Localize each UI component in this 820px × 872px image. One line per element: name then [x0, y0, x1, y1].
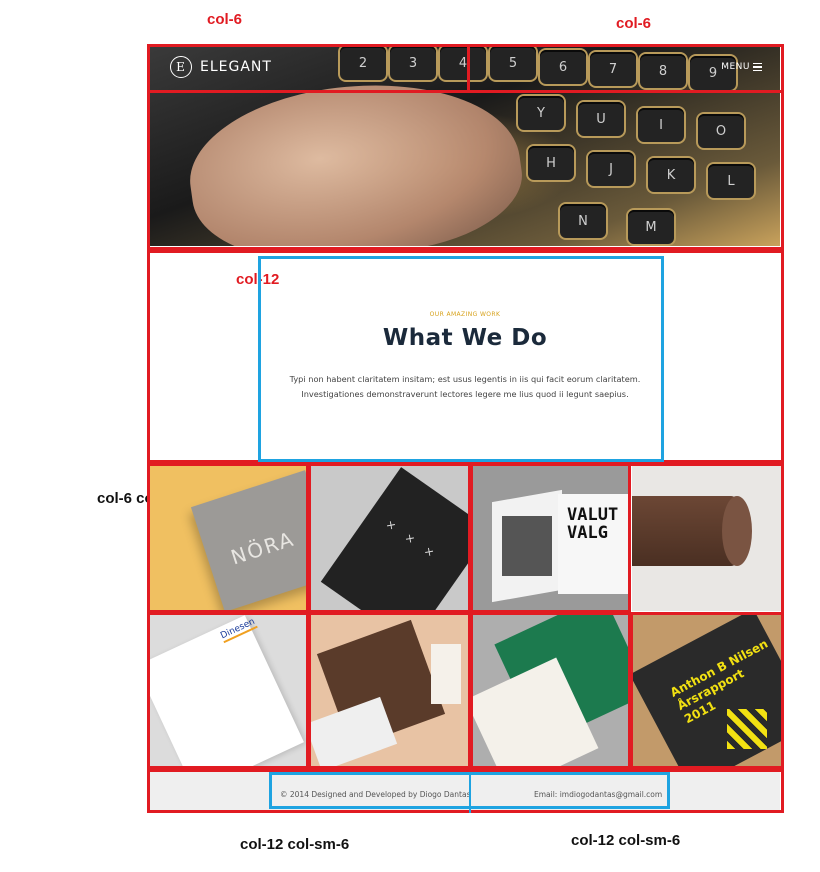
annotation-header-right: col-6 [616, 15, 652, 32]
annotation-box-tile-8 [630, 612, 784, 769]
annotation-box-hero [147, 90, 784, 250]
annotation-box-tile-6 [308, 612, 471, 769]
annotation-box-header-right [467, 44, 784, 93]
annotation-box-tile-7 [470, 612, 631, 769]
annotation-header-left: col-6 [207, 11, 243, 28]
annotation-box-content [258, 256, 664, 462]
annotation-footer-right: col-12 col-sm-6 [571, 832, 681, 849]
annotation-box-tile-1 [147, 463, 309, 613]
annotation-footer-left: col-12 col-sm-6 [240, 836, 350, 853]
annotation-box-tile-5 [147, 612, 309, 769]
annotation-box-tile-3 [470, 463, 631, 613]
annotation-box-tile-2 [308, 463, 471, 613]
footer-divider [469, 772, 471, 813]
annotation-box-header-left [147, 44, 470, 93]
